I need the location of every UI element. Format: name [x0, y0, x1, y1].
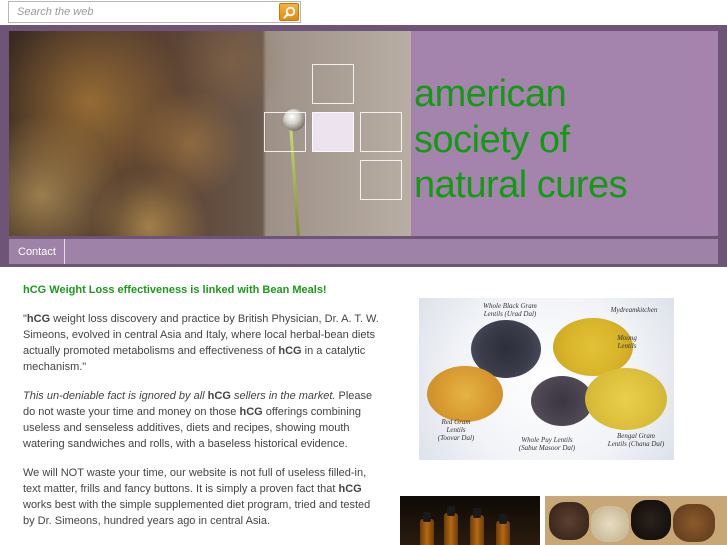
site-title-line: american: [414, 73, 567, 115]
nav-bar: Contact: [9, 239, 718, 264]
search-icon: [283, 6, 296, 19]
article-body: hCG Weight Loss effectiveness is linked …: [23, 282, 383, 542]
top-bar: [0, 0, 727, 25]
search-input[interactable]: [9, 2, 277, 22]
photo-frame-square: [360, 160, 402, 200]
sack-black: [631, 500, 671, 540]
text-run: We will NOT waste your time, our website…: [23, 467, 367, 495]
dropper-bottles-photo: [400, 496, 540, 545]
bottle-cap-shape: [473, 508, 481, 518]
photo-frame-square: [312, 64, 354, 104]
label-red-gram: Red Gram Lentils (Toovar Dal): [437, 418, 475, 442]
site-title-line: natural cures: [414, 164, 628, 207]
bottle-cap-shape: [423, 512, 431, 522]
header-photo: [9, 31, 411, 236]
label-puy-lentils: Whole Puy Lentils (Sabut Masoor Dal): [518, 436, 576, 452]
search-box: [8, 1, 301, 23]
lentils-photo: Whole Black Gram Lentils (Urad Dal) Mydr…: [419, 298, 674, 460]
nav-item-contact[interactable]: Contact: [9, 239, 65, 264]
bottle-cap-shape: [447, 506, 455, 516]
site-title-line: society of: [414, 118, 570, 161]
grain-sacks-photo: [545, 496, 727, 545]
red-gram-pile: [427, 366, 503, 422]
label-black-gram: Whole Black Gram Lentils (Urad Dal): [483, 302, 537, 318]
text-run: works best with the simple supplemented …: [23, 499, 371, 527]
article-paragraph: This un-deniable fact is ignored by all …: [23, 388, 383, 452]
text-italic: sellers in the market.: [230, 390, 336, 402]
text-bold: hCG: [338, 483, 362, 495]
article-paragraph: We will NOT waste your time, our website…: [23, 465, 383, 529]
text-bold: hCG: [278, 345, 302, 357]
sack-light: [591, 506, 629, 542]
bottle-shape: [470, 515, 484, 545]
label-moong: Moong Lentils: [617, 334, 637, 350]
bottle-shape: [444, 513, 458, 545]
sack-brown: [673, 504, 715, 542]
text-bold: hCG: [239, 406, 263, 418]
article-paragraph: "hCG weight loss discovery and practice …: [23, 311, 383, 375]
bottle-cap-shape: [499, 514, 507, 524]
photo-frame-square: [264, 112, 306, 152]
article-headline: hCG Weight Loss effectiveness is linked …: [23, 284, 327, 296]
text-bold: hCG: [207, 390, 231, 402]
photo-frame-square: [360, 112, 402, 152]
bottle-shape: [420, 519, 434, 545]
bengal-gram-pile: [585, 368, 667, 430]
search-button[interactable]: [279, 3, 299, 21]
photo-frame-square-filled: [312, 112, 354, 152]
text-bold: hCG: [26, 313, 51, 325]
puy-lentils-pile: [531, 376, 593, 426]
sack-dark: [549, 502, 589, 540]
site-title: american society of natural cures: [414, 72, 714, 209]
text-italic: This un-deniable fact is ignored by all: [23, 390, 208, 402]
label-credit: Mydreamkitchen: [610, 306, 658, 314]
bottle-shape: [496, 521, 510, 545]
label-bengal-gram: Bengal Gram Lentils (Chana Dal): [607, 432, 665, 448]
